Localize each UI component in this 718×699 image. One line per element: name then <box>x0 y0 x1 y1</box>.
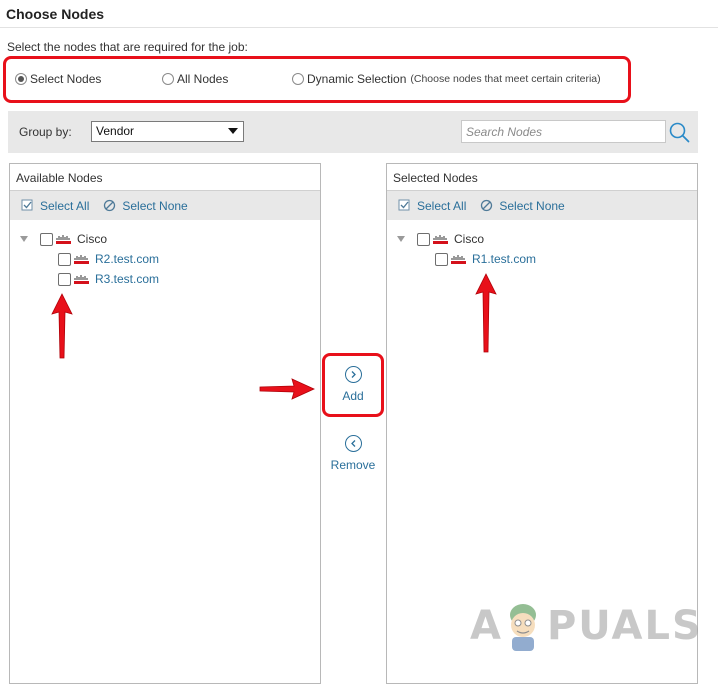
node-selection-radio-group: Select Nodes All Nodes Dynamic Selection… <box>3 56 631 103</box>
radio-select-nodes-dot[interactable] <box>15 73 27 85</box>
search-input[interactable] <box>461 120 666 143</box>
mascot-icon <box>510 604 536 651</box>
remove-button[interactable]: Remove <box>322 435 384 472</box>
page-title: Choose Nodes <box>6 6 105 22</box>
radio-dynamic-selection[interactable]: Dynamic Selection (Choose nodes that mee… <box>292 72 601 86</box>
available-nodes-panel: Available Nodes Select All Select None C… <box>9 163 321 684</box>
search-icon[interactable] <box>668 121 690 143</box>
available-select-none[interactable]: Select None <box>103 198 188 213</box>
selected-select-none-label: Select None <box>499 198 565 213</box>
add-button-label: Add <box>342 389 364 403</box>
circle-slash-icon <box>481 199 493 212</box>
tree-group-checkbox[interactable] <box>417 232 430 246</box>
tree-node-checkbox[interactable] <box>58 252 71 266</box>
remove-button-label: Remove <box>330 458 376 472</box>
cisco-logo-icon <box>74 255 89 264</box>
available-select-all[interactable]: Select All <box>21 199 89 213</box>
cisco-logo-icon <box>74 275 89 284</box>
selected-nodes-title: Selected Nodes <box>387 164 697 191</box>
radio-dynamic-selection-label: Dynamic Selection <box>307 72 407 86</box>
tree-node-row[interactable]: R3.test.com <box>58 272 159 286</box>
radio-all-nodes-label: All Nodes <box>177 72 229 86</box>
radio-dynamic-selection-hint: (Choose nodes that meet certain criteria… <box>410 73 601 85</box>
annotation-arrow-right <box>259 378 315 400</box>
title-divider <box>0 27 718 28</box>
available-nodes-title: Available Nodes <box>10 164 320 191</box>
annotation-arrow-up-right <box>475 273 497 353</box>
annotation-arrow-up-left <box>51 293 73 359</box>
instruction-text: Select the nodes that are required for t… <box>7 40 248 54</box>
radio-select-nodes[interactable]: Select Nodes <box>15 72 101 86</box>
available-select-none-label: Select None <box>122 198 188 213</box>
tree-node-link[interactable]: R3.test.com <box>95 272 159 286</box>
checkbox-check-icon <box>398 199 410 211</box>
available-select-all-label: Select All <box>40 198 90 213</box>
tree-node-checkbox[interactable] <box>58 272 71 286</box>
add-button[interactable]: Add <box>322 353 384 417</box>
radio-dynamic-selection-dot[interactable] <box>292 73 304 85</box>
tree-expand-toggle[interactable] <box>397 236 405 242</box>
tree-node-row[interactable]: R1.test.com <box>435 252 536 266</box>
group-by-label: Group by: <box>19 125 72 139</box>
tree-node-link[interactable]: R2.test.com <box>95 252 159 266</box>
group-by-select[interactable]: Vendor <box>91 121 244 142</box>
chevron-left-circle-icon <box>344 435 362 452</box>
tree-node-row[interactable]: R2.test.com <box>58 252 159 266</box>
tree-group-row: Cisco <box>397 232 484 246</box>
radio-select-nodes-label: Select Nodes <box>30 72 102 86</box>
chevron-down-icon <box>228 128 238 134</box>
group-by-value: Vendor <box>96 124 135 138</box>
tree-node-link[interactable]: R1.test.com <box>472 252 536 266</box>
tree-group-row: Cisco <box>20 232 107 246</box>
selected-select-none[interactable]: Select None <box>480 198 565 213</box>
cisco-logo-icon <box>433 235 448 244</box>
radio-all-nodes-dot[interactable] <box>162 73 174 85</box>
watermark-a: A <box>470 603 503 649</box>
selected-select-all-label: Select All <box>417 198 467 213</box>
chevron-right-circle-icon <box>344 366 362 383</box>
circle-slash-icon <box>104 199 116 212</box>
tree-expand-toggle[interactable] <box>20 236 28 242</box>
cisco-logo-icon <box>56 235 71 244</box>
toolbar: Group by: Vendor <box>8 111 698 153</box>
tree-group-label: Cisco <box>77 232 108 246</box>
selected-select-all[interactable]: Select All <box>398 199 466 213</box>
watermark-rest: PUALS <box>546 603 703 649</box>
tree-group-label: Cisco <box>454 232 485 246</box>
available-nodes-actions: Select All Select None <box>10 191 320 220</box>
checkbox-check-icon <box>21 199 33 211</box>
tree-node-checkbox[interactable] <box>435 252 448 266</box>
cisco-logo-icon <box>451 255 466 264</box>
selected-nodes-actions: Select All Select None <box>387 191 697 220</box>
tree-group-checkbox[interactable] <box>40 232 53 246</box>
radio-all-nodes[interactable]: All Nodes <box>162 72 228 86</box>
